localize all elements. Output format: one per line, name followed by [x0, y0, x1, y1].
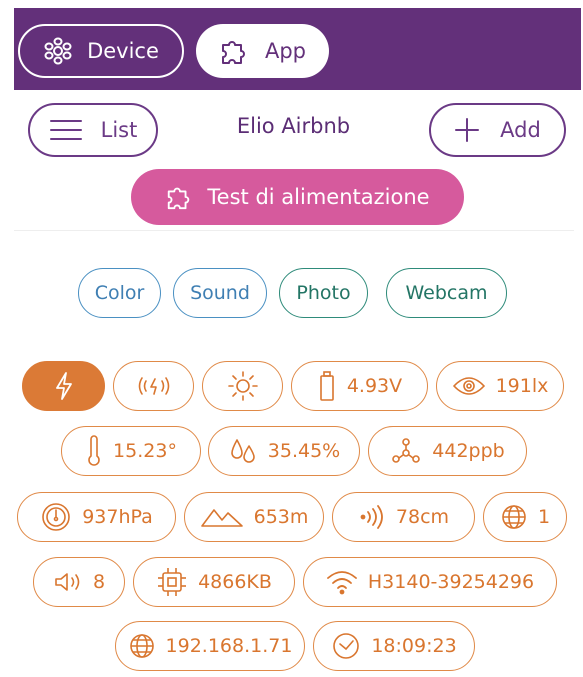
list-button-label: List — [100, 118, 138, 142]
tab-device-label: Device — [87, 39, 159, 63]
molecule-icon — [390, 435, 422, 467]
ip-chip[interactable]: 192.168.1.71 — [115, 621, 305, 671]
distance-value: 78cm — [395, 506, 450, 528]
add-button[interactable]: Add — [429, 103, 566, 157]
speaker-icon — [53, 570, 83, 594]
globe-count-chip[interactable]: 1 — [483, 492, 567, 542]
battery-chip[interactable]: 4.93V — [291, 361, 428, 411]
volume-value: 8 — [92, 571, 106, 593]
altitude-chip[interactable]: 653m — [184, 492, 324, 542]
filter-sound[interactable]: Sound — [173, 268, 267, 318]
plus-icon — [454, 117, 480, 143]
test-button[interactable]: Test di alimentazione — [131, 169, 464, 225]
time-chip[interactable]: 18:09:23 — [313, 621, 475, 671]
globe-count-value: 1 — [537, 506, 551, 528]
device-icon — [43, 36, 73, 66]
humidity-chip[interactable]: 35.45% — [208, 426, 360, 476]
memory-value: 4866KB — [198, 571, 272, 593]
puzzle-icon — [165, 183, 193, 211]
lightning-icon — [53, 371, 75, 401]
globe-icon — [500, 503, 528, 531]
pressure-value: 937hPa — [82, 506, 153, 528]
temperature-value: 15.23° — [113, 440, 177, 462]
list-button[interactable]: List — [28, 103, 158, 157]
puzzle-icon — [219, 36, 249, 66]
wifi-icon — [326, 569, 358, 595]
globe-icon — [128, 632, 156, 660]
eye-icon — [452, 375, 486, 397]
tab-app-label: App — [264, 39, 307, 63]
mountain-icon — [200, 505, 244, 529]
time-value: 18:09:23 — [371, 635, 457, 657]
tab-device[interactable]: Device — [18, 24, 184, 78]
filter-photo[interactable]: Photo — [279, 268, 368, 318]
power-chip[interactable] — [22, 361, 105, 411]
memory-chip[interactable]: 4866KB — [133, 557, 295, 607]
altitude-value: 653m — [253, 506, 309, 528]
battery-value: 4.93V — [346, 375, 403, 397]
humidity-value: 35.45% — [267, 440, 341, 462]
wifi-value: H3140-39254296 — [367, 571, 535, 593]
pressure-chip[interactable]: 937hPa — [17, 492, 176, 542]
menu-icon — [49, 119, 83, 141]
air-quality-chip[interactable]: 442ppb — [368, 426, 527, 476]
signal-wave-icon — [358, 503, 386, 531]
add-button-label: Add — [500, 118, 541, 142]
tab-app[interactable]: App — [196, 24, 329, 78]
droplets-icon — [228, 436, 258, 466]
filter-color[interactable]: Color — [78, 268, 161, 318]
page-title: Elio Airbnb — [236, 114, 351, 138]
lux-value: 191lx — [495, 375, 549, 397]
volume-chip[interactable]: 8 — [33, 557, 125, 607]
wireless-charge-chip[interactable] — [113, 361, 194, 411]
battery-icon — [317, 370, 337, 402]
filter-webcam[interactable]: Webcam — [386, 268, 507, 318]
gauge-icon — [40, 501, 72, 533]
lux-chip[interactable]: 191lx — [436, 361, 564, 411]
ip-value: 192.168.1.71 — [165, 635, 293, 657]
clock-icon — [331, 631, 361, 661]
test-button-label: Test di alimentazione — [207, 185, 430, 209]
wifi-chip[interactable]: H3140-39254296 — [303, 557, 557, 607]
wireless-power-icon — [134, 372, 174, 400]
thermometer-icon — [85, 435, 103, 467]
cpu-chip-icon — [156, 566, 188, 598]
air-quality-value: 442ppb — [432, 440, 505, 462]
temperature-chip[interactable]: 15.23° — [61, 426, 201, 476]
light-sensor-chip[interactable] — [202, 361, 283, 411]
sun-icon — [227, 370, 259, 402]
distance-chip[interactable]: 78cm — [332, 492, 475, 542]
